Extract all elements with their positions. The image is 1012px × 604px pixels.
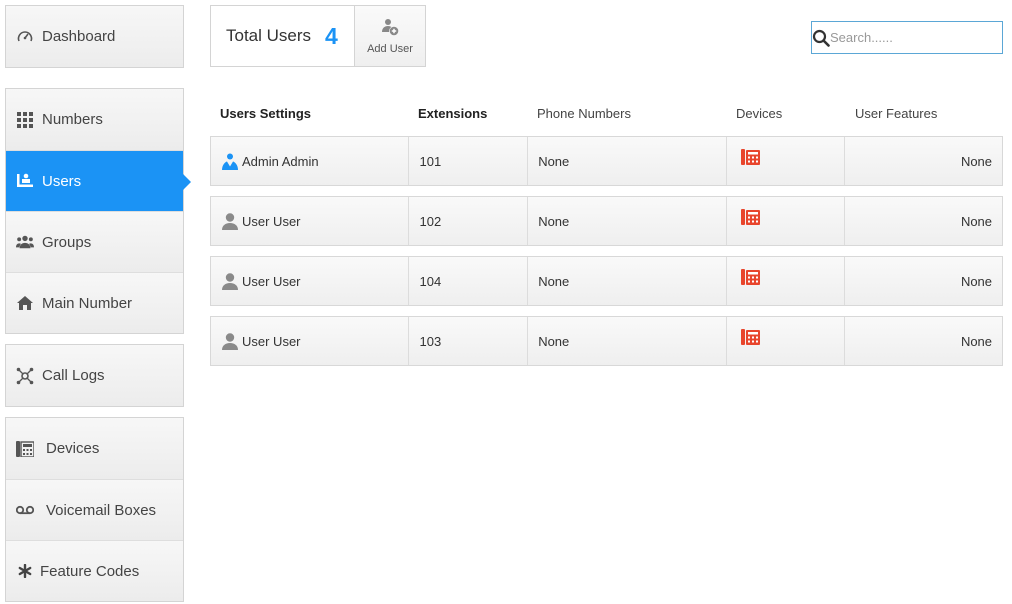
table-row[interactable]: User User 104 None None [210,256,1003,306]
home-icon [16,294,34,312]
sidebar-item-voicemail-boxes[interactable]: Voicemail Boxes [6,479,183,540]
user-name: User User [242,333,301,349]
sidebar-item-groups[interactable]: Groups [6,211,183,272]
nav-group-dashboard: Dashboard [5,5,184,68]
header-users-settings: Users Settings [220,105,312,121]
user-features-cell: None [844,317,1002,365]
extension-cell: 103 [408,317,527,365]
add-user-button[interactable]: Add User [354,6,425,66]
sidebar-item-label: Numbers [42,111,103,128]
nav-group-settings: Devices Voicemail Boxes Feature Codes [5,417,184,602]
total-users-count: 4 [325,22,338,49]
call-logs-icon [16,367,34,385]
extension-cell: 102 [408,197,527,245]
user-name: User User [242,273,301,289]
user-icon [221,272,239,290]
devices-cell[interactable] [725,257,845,305]
table-header: Users Settings Extensions Phone Numbers … [210,100,1003,126]
sidebar-item-label: Feature Codes [40,562,140,580]
users-table: Users Settings Extensions Phone Numbers … [210,100,1003,366]
voicemail-icon [16,501,34,519]
add-user-label: Add User [367,42,413,55]
total-users-label: Total Users [226,26,312,45]
user-cell[interactable]: User User [211,257,408,305]
sidebar-item-label: Voicemail Boxes [46,501,157,519]
user-cell[interactable]: User User [211,317,408,365]
user-features-cell: None [844,137,1002,185]
user-name: Admin Admin [242,153,319,169]
sidebar-item-label: Groups [42,233,92,251]
add-user-icon [381,18,399,39]
nav-group-call-logs: Call Logs [5,344,184,407]
nav-group-main: Numbers Users Groups Main Number [5,88,191,334]
table-row[interactable]: User User 102 None None [210,196,1003,246]
user-cell[interactable]: User User [211,197,408,245]
sidebar-item-label: Users [42,172,82,190]
asterisk-icon [16,562,34,580]
header-extensions: Extensions [418,105,488,121]
sidebar-item-main-number[interactable]: Main Number [6,272,183,333]
device-phone-icon[interactable] [740,149,760,168]
user-features-cell: None [844,257,1002,305]
sidebar-item-label: Main Number [42,294,133,312]
device-phone-icon[interactable] [740,329,760,348]
header-phone-numbers: Phone Numbers [537,105,631,121]
sidebar-item-label: Devices [46,440,100,457]
device-phone-icon[interactable] [740,209,760,228]
search-input[interactable] [830,22,1006,53]
devices-cell[interactable] [725,197,845,245]
sidebar-item-feature-codes[interactable]: Feature Codes [6,540,183,601]
extension-cell: 104 [408,257,527,305]
dashboard-gauge-icon [16,28,34,46]
sidebar: Dashboard Numbers Users Groups Main Numb… [5,5,191,602]
phone-numbers-cell: None [527,197,725,245]
devices-cell[interactable] [725,317,845,365]
sidebar-item-users[interactable]: Users [6,150,191,211]
device-phone-icon [16,440,34,458]
sidebar-item-label: Call Logs [42,367,105,384]
phone-numbers-cell: None [527,257,725,305]
sidebar-item-label: Dashboard [42,28,116,45]
phone-numbers-cell: None [527,317,725,365]
grid-icon [16,111,34,129]
user-features-cell: None [844,197,1002,245]
header-user-features: User Features [855,105,938,121]
sidebar-item-call-logs[interactable]: Call Logs [6,345,183,406]
devices-cell[interactable] [725,137,845,185]
search-icon[interactable] [812,29,830,47]
sidebar-item-dashboard[interactable]: Dashboard [6,6,183,67]
admin-user-icon [221,152,239,170]
device-phone-icon[interactable] [740,269,760,288]
user-name: User User [242,213,301,229]
sidebar-item-devices[interactable]: Devices [6,418,183,479]
groups-icon [16,233,34,251]
user-cell[interactable]: Admin Admin [211,137,408,185]
phone-numbers-cell: None [527,137,725,185]
sidebar-item-numbers[interactable]: Numbers [6,89,183,150]
total-users-panel: Total Users 4 Add User [210,5,426,67]
search-box [811,21,1006,54]
table-row[interactable]: Admin Admin 101 None None [210,136,1003,186]
user-icon [221,212,239,230]
user-icon [221,332,239,350]
extension-cell: 101 [408,137,527,185]
table-row[interactable]: User User 103 None None [210,316,1003,366]
header-devices: Devices [736,105,783,121]
total-users: Total Users 4 [211,6,354,66]
users-icon [16,172,34,190]
